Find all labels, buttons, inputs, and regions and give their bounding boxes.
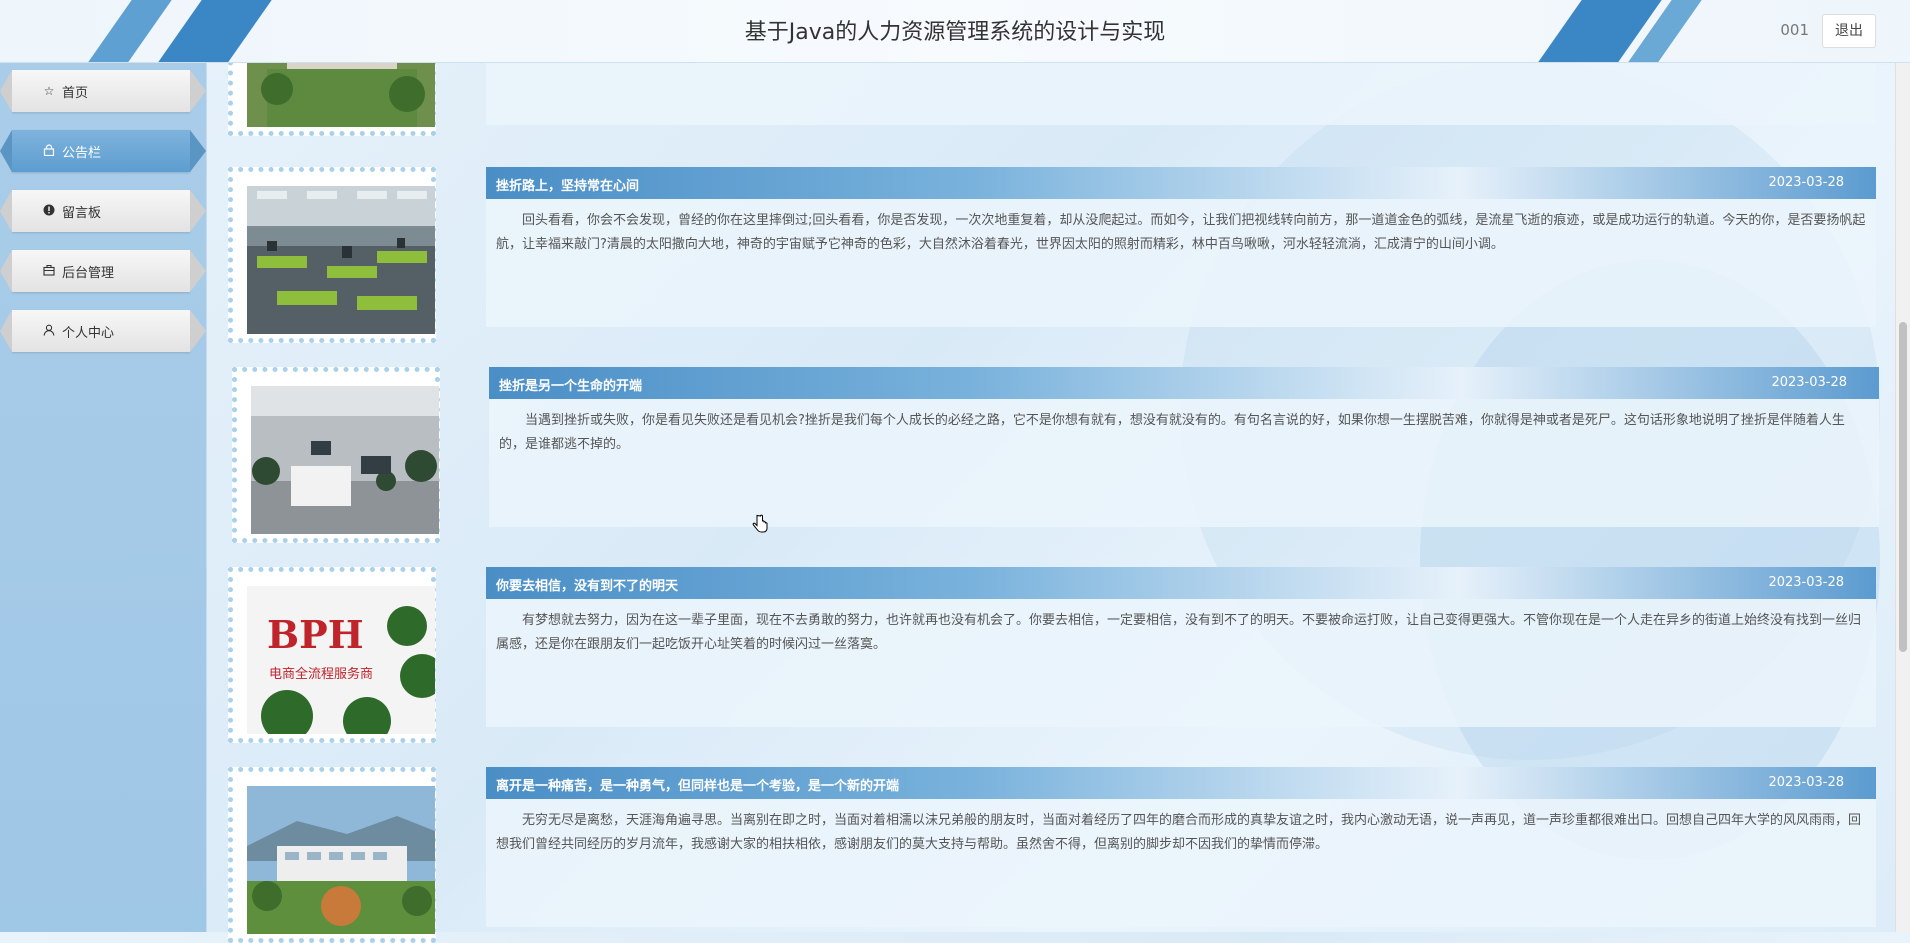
notice-content: 无穷无尽是离愁，天涯海角遍寻思。当离别在即之时，当面对着相濡以沫兄弟般的朋友时，… (496, 813, 1862, 852)
user-icon (42, 324, 56, 338)
notice-image (251, 386, 439, 534)
logout-button[interactable]: 退出 (1822, 14, 1876, 48)
sidebar-item-label: 个人中心 (62, 325, 115, 341)
notice-thumbnail[interactable] (228, 767, 436, 943)
page-scrollbar[interactable] (1895, 0, 1910, 932)
notice-content: 有梦想就去努力，因为在这一辈子里面，现在不去勇敢的努力，也许就再也没有机会了。你… (496, 613, 1862, 652)
sidebar-item-notices[interactable]: 公告栏 (0, 130, 206, 172)
app-header: 基于Java的人力资源管理系统的设计与实现 001 退出 (0, 0, 1910, 63)
sidebar-item-label: 留言板 (62, 205, 102, 221)
sidebar-item-message-board[interactable]: 留言板 (0, 190, 206, 232)
notice-card[interactable]: 离开是一种痛苦，是一种勇气，但同样也是一个考验，是一个新的开端 2023-03-… (486, 767, 1876, 927)
sidebar-item-admin[interactable]: 后台管理 (0, 250, 206, 292)
username-label: 001 (1780, 21, 1809, 39)
sidebar-item-profile[interactable]: 个人中心 (0, 310, 206, 352)
notice-title[interactable]: 挫折是另一个生命的开端 (499, 375, 642, 394)
notice-card[interactable]: 挫折路上，坚持常在心间 2023-03-28 回头看看，你会不会发现，曾经的你在… (486, 167, 1876, 327)
notice-date: 2023-03-28 (1768, 775, 1844, 790)
notice-date: 2023-03-28 (1768, 175, 1844, 190)
notice-date: 2023-03-28 (1771, 375, 1847, 390)
sign-logo-text: BPH (267, 612, 364, 657)
notice-image (247, 186, 435, 334)
sidebar-item-home[interactable]: ☆ 首页 (0, 70, 206, 112)
notice-thumbnail[interactable] (232, 367, 440, 543)
sidebar: ☆ 首页 公告栏 留言板 后台管理 个人中心 (0, 62, 207, 932)
notice-title[interactable]: 挫折路上，坚持常在心间 (496, 175, 639, 194)
notice-image: BPH 电商全流程服务商 (247, 586, 435, 734)
briefcase-icon (42, 264, 56, 278)
notice-header: 挫折是另一个生命的开端 2023-03-28 (489, 367, 1879, 399)
notice-title[interactable]: 离开是一种痛苦，是一种勇气，但同样也是一个考验，是一个新的开端 (496, 775, 899, 794)
notice-title[interactable]: 你要去相信，没有到不了的明天 (496, 575, 678, 594)
sidebar-item-label: 首页 (62, 85, 89, 101)
sign-subtitle-text: 电商全流程服务商 (269, 666, 373, 682)
lock-icon (42, 144, 56, 158)
notice-content: 回头看看，你会不会发现，曾经的你在这里摔倒过;回头看看，你是否发现，一次次地重复… (496, 213, 1866, 252)
sidebar-item-label: 公告栏 (62, 145, 102, 161)
notice-content: 当遇到挫折或失败，你是看见失败还是看见机会?挫折是我们每个人成长的必经之路，它不… (499, 413, 1845, 452)
star-icon: ☆ (43, 84, 55, 98)
page-title: 基于Java的人力资源管理系统的设计与实现 (744, 20, 1166, 45)
notice-date: 2023-03-28 (1768, 575, 1844, 590)
notice-card[interactable]: 挫折是另一个生命的开端 2023-03-28 当遇到挫折或失败，你是看见失败还是… (489, 367, 1879, 527)
scrollbar-thumb[interactable] (1899, 322, 1907, 652)
notice-header: 离开是一种痛苦，是一种勇气，但同样也是一个考验，是一个新的开端 2023-03-… (486, 767, 1876, 799)
notice-image (247, 786, 435, 934)
sidebar-item-label: 后台管理 (62, 265, 115, 281)
notice-card[interactable]: 你要去相信，没有到不了的明天 2023-03-28 有梦想就去努力，因为在这一辈… (486, 567, 1876, 727)
notice-header: 挫折路上，坚持常在心间 2023-03-28 (486, 167, 1876, 199)
notice-thumbnail[interactable]: BPH 电商全流程服务商 (228, 567, 436, 743)
alert-icon (42, 204, 56, 218)
hand-cursor-icon (752, 514, 768, 533)
notice-thumbnail[interactable] (228, 167, 436, 343)
notice-header: 你要去相信，没有到不了的明天 2023-03-28 (486, 567, 1876, 599)
